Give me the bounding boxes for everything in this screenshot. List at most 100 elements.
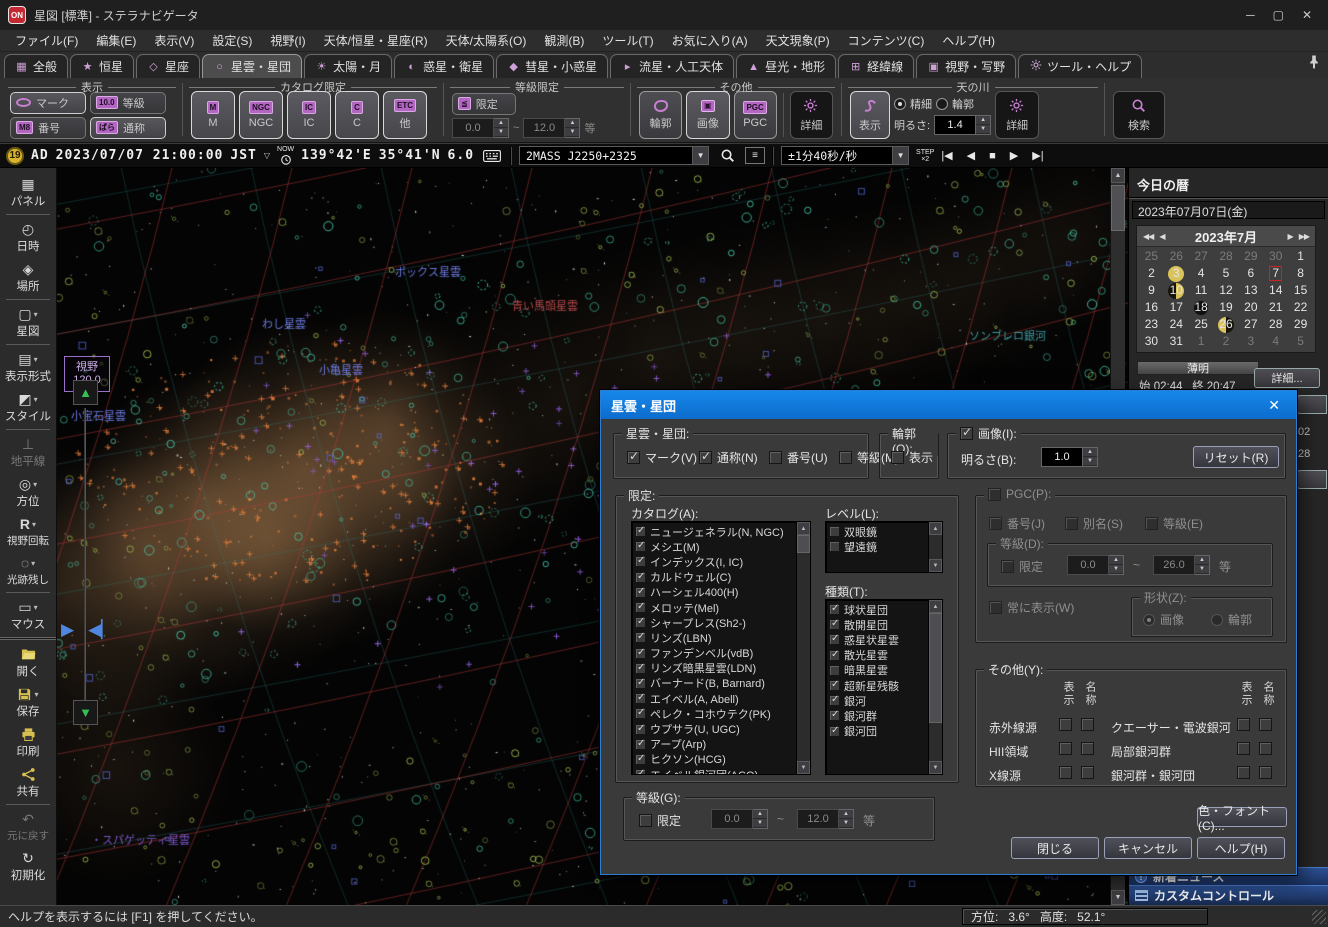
milkyway-detail-button[interactable]: 詳細 [995, 91, 1039, 139]
sidebar-item-fov-rotation[interactable]: R▾視野回転 [0, 512, 56, 551]
prev-year-button[interactable]: ◀◀ [1143, 232, 1153, 241]
sidebar-item-undo[interactable]: ↶元に戻す [0, 807, 56, 846]
calendar-day[interactable]: 3 [1164, 265, 1189, 282]
pgc-shape-outline-radio[interactable]: 輪郭 [1211, 611, 1252, 628]
longitude-value[interactable]: 139°42'E [301, 148, 372, 163]
magnitude-limit-toggle[interactable]: ≦限定 [452, 93, 516, 115]
sidebar-item-print[interactable]: 印刷 [0, 722, 56, 762]
calendar-day[interactable]: 28 [1214, 248, 1239, 265]
calendar-day[interactable]: 10 [1164, 282, 1189, 299]
tab-general[interactable]: ▦全般 [4, 54, 68, 78]
sidebar-item-panel[interactable]: ▦パネル [0, 172, 56, 212]
sidebar-item-style[interactable]: ◩▾スタイル [0, 387, 56, 427]
pgc-number-checkbox[interactable]: 番号(J) [989, 515, 1045, 532]
pgc-always-show-checkbox[interactable]: 常に表示(W) [989, 599, 1074, 616]
calendar-day[interactable]: 8 [1288, 265, 1313, 282]
close-button[interactable]: ✕ [1302, 8, 1312, 22]
tab-tools-help[interactable]: ツール・ヘルプ [1018, 54, 1142, 78]
catalog-list-item[interactable]: エイベル銀河団(ACO) [635, 767, 795, 774]
tab-nebulae-clusters[interactable]: ○星雲・星団 [202, 54, 302, 78]
calendar-day[interactable]: 17 [1164, 299, 1189, 316]
menu-item[interactable]: 天文現象(P) [757, 30, 839, 51]
calendar-day[interactable]: 12 [1214, 282, 1239, 299]
color-font-button[interactable]: 色・フォント(C)... [1197, 807, 1287, 827]
hidden-panel-button-fragment[interactable] [1297, 395, 1327, 414]
type-list-item[interactable]: 散開星団 [829, 617, 927, 632]
limiting-magnitude-value[interactable]: 6.0 [448, 148, 474, 163]
catalog-list-item[interactable]: エイベル(A, Abell) [635, 691, 795, 706]
search-button[interactable]: 検索 [1113, 91, 1165, 139]
menu-item[interactable]: 表示(V) [145, 30, 203, 51]
play-forward-button[interactable]: ▶ [1010, 149, 1018, 162]
timezone-dropdown-icon[interactable]: ▽ [264, 151, 270, 160]
tab-meteors-satellites[interactable]: ▸流星・人工天体 [610, 54, 734, 78]
list-icon[interactable]: ≡ [745, 147, 765, 164]
calendar-day[interactable]: 26 [1164, 248, 1189, 265]
catalog-list-item[interactable]: カルドウェル(C) [635, 570, 795, 585]
catalog-list-item[interactable]: ニュージェネラル(N, NGC) [635, 524, 795, 539]
milkyway-brightness-stepper[interactable]: 1.4▲▼ [934, 115, 991, 135]
dialog-close-button[interactable]: 閉じる [1011, 837, 1099, 859]
skip-back-button[interactable]: |◀ [941, 149, 952, 162]
catalog-list-item[interactable]: ヒクソン(HCG) [635, 752, 795, 767]
menu-item[interactable]: 天体/太陽系(O) [437, 30, 536, 51]
calendar-day[interactable]: 21 [1263, 299, 1288, 316]
calendar-day[interactable]: 5 [1214, 265, 1239, 282]
calendar-day[interactable]: 28 [1263, 316, 1288, 333]
mark-checkbox[interactable]: マーク(V) [627, 449, 697, 466]
twilight-detail-button[interactable]: 詳細... [1254, 368, 1320, 388]
catalog-list-item[interactable]: メロッテ(Mel) [635, 600, 795, 615]
catalog-c-button[interactable]: CC [335, 91, 379, 139]
custom-control-panel-header[interactable]: カスタムコントロール [1129, 885, 1328, 905]
tab-stars[interactable]: ★恒星 [70, 54, 134, 78]
now-clock-icon[interactable]: NOW [277, 146, 294, 165]
calendar-day[interactable]: 27 [1238, 316, 1263, 333]
datetime-value[interactable]: 2023/07/07 21:00:00 [56, 148, 224, 163]
calendar-day[interactable]: 30 [1139, 333, 1164, 350]
moon-age-badge[interactable]: 19 [6, 147, 24, 165]
type-list-item[interactable]: 銀河団 [829, 724, 927, 739]
calendar-day[interactable]: 18 [1189, 299, 1214, 316]
menu-item[interactable]: ファイル(F) [6, 30, 87, 51]
magnitude-max-stepper[interactable]: 12.0▲▼ [523, 118, 580, 138]
quasar-name-checkbox[interactable] [1259, 718, 1272, 731]
calendar-day[interactable]: 22 [1288, 299, 1313, 316]
tab-planets[interactable]: ◐惑星・衛星 [394, 54, 494, 78]
outline-button[interactable]: 輪郭 [639, 91, 682, 139]
level-list-item[interactable]: 双眼鏡 [829, 524, 927, 539]
sidebar-item-mouse[interactable]: ▭▾マウス [0, 595, 56, 635]
hii-show-checkbox[interactable] [1059, 742, 1072, 755]
catalog-list-item[interactable]: ハーシェル400(H) [635, 585, 795, 600]
timezone-label[interactable]: JST [230, 148, 256, 163]
calendar-day[interactable]: 2 [1214, 333, 1239, 350]
menu-item[interactable]: ツール(T) [593, 30, 662, 51]
menu-item[interactable]: 設定(S) [203, 30, 261, 51]
tab-sun-moon[interactable]: ☀太陽・月 [304, 54, 392, 78]
calendar-day[interactable]: 29 [1238, 248, 1263, 265]
xray-show-checkbox[interactable] [1059, 766, 1072, 779]
pin-icon[interactable] [1306, 54, 1322, 70]
sidebar-item-display-format[interactable]: ▤▾表示形式 [0, 347, 56, 387]
local-group-name-checkbox[interactable] [1259, 742, 1272, 755]
calendar-day[interactable]: 11 [1189, 282, 1214, 299]
calendar-day[interactable]: 25 [1139, 248, 1164, 265]
calendar-day[interactable]: 24 [1164, 316, 1189, 333]
milkyway-show-button[interactable]: 表示 [850, 91, 890, 139]
dialog-close-icon[interactable]: ✕ [1262, 397, 1286, 414]
outline-show-checkbox[interactable]: 表示 [891, 449, 933, 466]
grade-max-stepper[interactable]: 12.0▲▼ [797, 809, 854, 829]
calendar-day[interactable]: 23 [1139, 316, 1164, 333]
catalog-list-item[interactable]: シャープレス(Sh2-) [635, 615, 795, 630]
zoom-in-button[interactable]: ▲ [73, 380, 98, 405]
catalog-list-item[interactable]: ウプサラ(U, UGC) [635, 721, 795, 736]
minimize-button[interactable]: ─ [1246, 8, 1255, 22]
type-list-item[interactable]: 暗黒星雲 [829, 663, 927, 678]
skip-forward-button[interactable]: ▶| [1032, 149, 1043, 162]
alias-checkbox[interactable]: 通称(N) [699, 449, 758, 466]
type-list-item[interactable]: 銀河群 [829, 708, 927, 723]
tab-grid-lines[interactable]: ⊞経緯線 [838, 54, 914, 78]
infrared-show-checkbox[interactable] [1059, 718, 1072, 731]
xray-name-checkbox[interactable] [1081, 766, 1094, 779]
catalog-ic-button[interactable]: ICIC [287, 91, 331, 139]
stop-button[interactable]: ■ [989, 150, 996, 162]
